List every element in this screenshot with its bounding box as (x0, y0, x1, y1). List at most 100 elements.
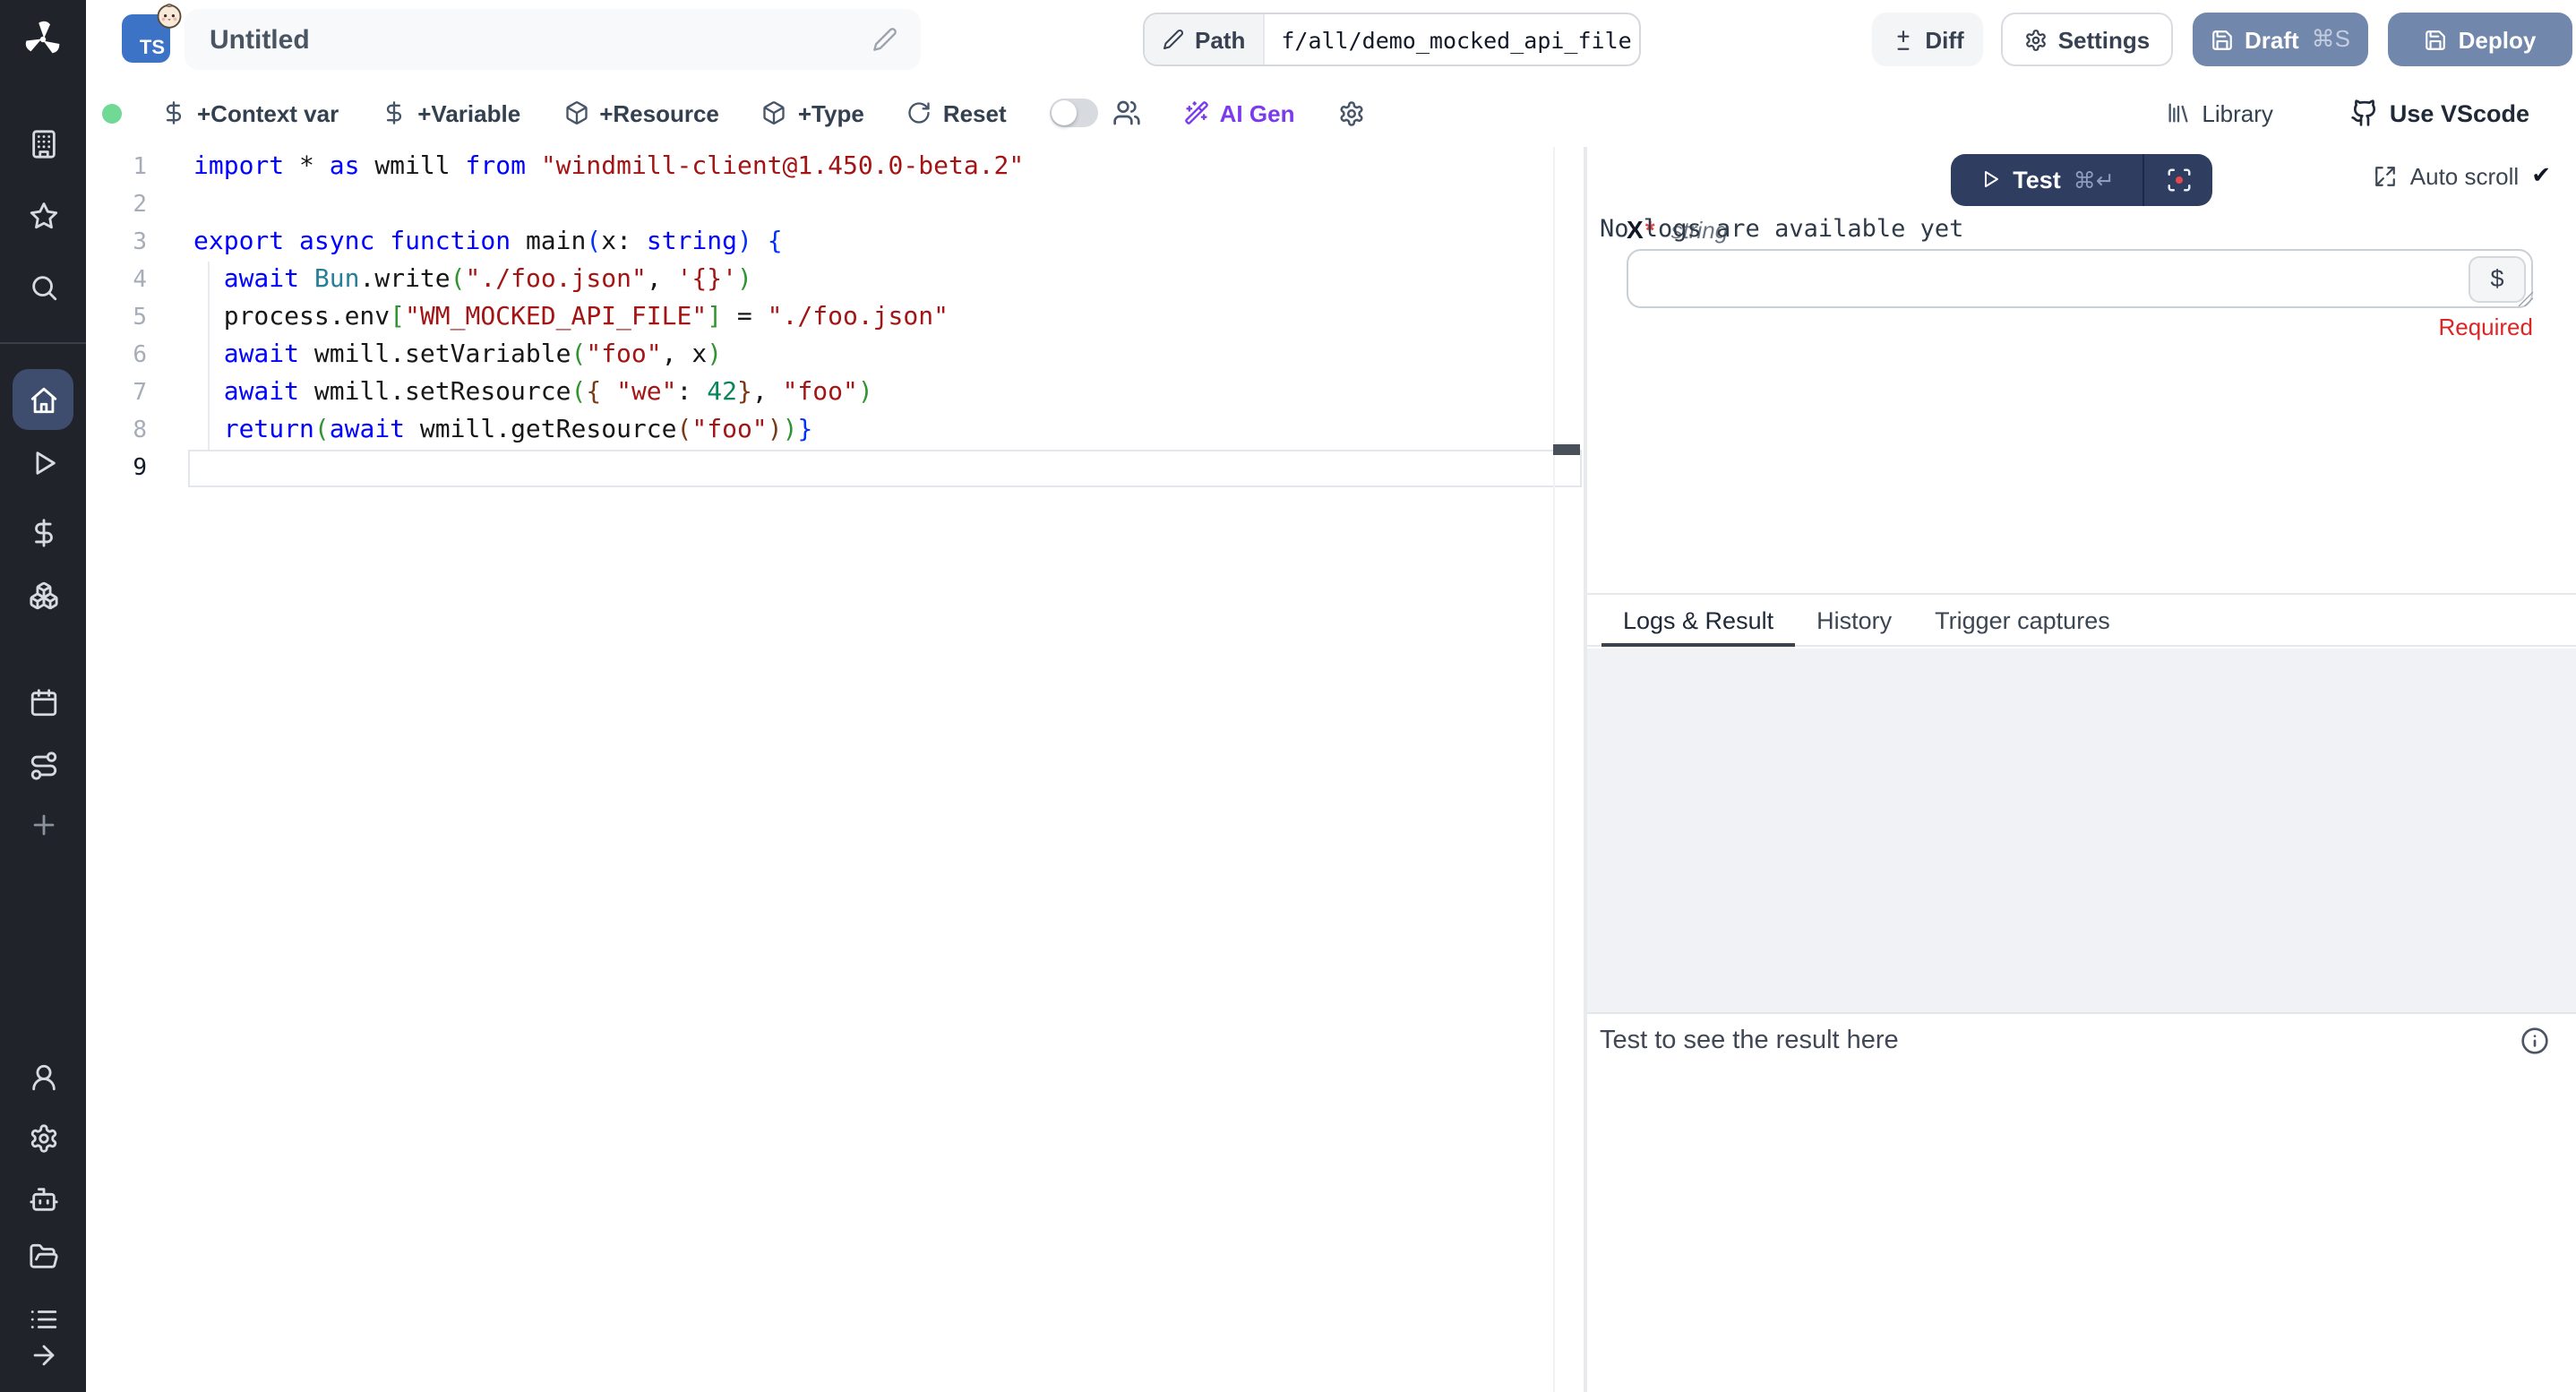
sidebar-route-icon[interactable] (28, 750, 58, 780)
add-type-button[interactable]: +Type (762, 99, 864, 126)
library-button[interactable]: Library (2166, 99, 2273, 126)
reset-button[interactable]: Reset (907, 99, 1007, 126)
auto-scroll-control[interactable]: Auto scroll ✔ (2374, 161, 2551, 190)
path-edit-button[interactable]: Path (1145, 14, 1265, 64)
tab-logs-result[interactable]: Logs & Result (1601, 595, 1795, 645)
code-line-6[interactable]: 6 await wmill.setVariable("foo", x) (86, 337, 1584, 374)
sidebar-divider (0, 342, 86, 344)
test-label: Test (2013, 166, 2061, 193)
tab-trigger-captures[interactable]: Trigger captures (1913, 595, 2132, 645)
deploy-button[interactable]: Deploy (2388, 13, 2572, 66)
required-hint: Required (1627, 314, 2533, 340)
toggle-knob (1052, 100, 1077, 125)
line-number: 1 (86, 149, 147, 186)
test-button[interactable]: Test ⌘↵ (1951, 153, 2142, 205)
line-number: 3 (86, 224, 147, 262)
draft-shortcut: ⌘S (2312, 25, 2350, 54)
tab-history[interactable]: History (1795, 595, 1913, 645)
add-resource-button[interactable]: +Resource (563, 99, 719, 126)
sidebar-bot-icon[interactable] (28, 1183, 58, 1214)
multiplayer-toggle[interactable] (1050, 99, 1098, 127)
sidebar-calendar-icon[interactable] (28, 687, 58, 717)
ai-gen-button[interactable]: AI Gen (1184, 99, 1295, 126)
test-button-group: Test ⌘↵ (1951, 153, 2212, 205)
current-line-highlight (188, 450, 1582, 487)
dollar-icon (161, 100, 186, 125)
sidebar-star-icon[interactable] (28, 200, 58, 230)
scan-record-icon (2165, 166, 2192, 193)
header: TS Untitled Path f/all/demo_mocked_api_f… (86, 0, 2576, 79)
code-line-3[interactable]: 3 export async function main(x: string) { (86, 224, 1584, 262)
code-line-2[interactable]: 2 (86, 186, 1584, 224)
code-lines: 1 import * as wmill from "windmill-client… (86, 149, 1584, 487)
code-line-7[interactable]: 7 await wmill.setResource({ "we": 42}, "… (86, 374, 1584, 412)
script-title: Untitled (210, 24, 872, 55)
code-line-4[interactable]: 4 await Bun.write("./foo.json", '{}') (86, 262, 1584, 299)
line-number: 9 (86, 450, 147, 487)
dollar-button-label: $ (2490, 265, 2503, 292)
add-context-var-button[interactable]: +Context var (161, 99, 339, 126)
package-icon (762, 100, 787, 125)
line-number: 7 (86, 374, 147, 412)
sidebar-home-icon[interactable] (28, 384, 58, 415)
sidebar-dollar-icon[interactable] (28, 517, 58, 547)
add-variable-button[interactable]: +Variable (382, 99, 520, 126)
save-icon (2425, 28, 2448, 51)
sidebar-settings-icon[interactable] (28, 1122, 58, 1153)
sidebar-building-icon[interactable] (28, 128, 58, 159)
run-panel: Test ⌘↵ X * string $ Required Logs & Res… (1584, 147, 2576, 1392)
diff-button[interactable]: Diff (1872, 13, 1983, 66)
settings-label: Settings (2058, 26, 2151, 53)
settings-button[interactable]: Settings (2001, 13, 2173, 66)
code-text: process.env["WM_MOCKED_API_FILE"] = "./f… (193, 299, 949, 337)
use-vscode-button[interactable]: Use VScode (2350, 99, 2529, 127)
code-editor[interactable]: 1 import * as wmill from "windmill-client… (86, 147, 1584, 1392)
result-placeholder-row: Test to see the result here (1600, 1027, 2549, 1055)
code-text: await wmill.setVariable("foo", x) (193, 337, 722, 374)
sidebar-search-icon[interactable] (28, 271, 58, 302)
resize-handle-icon[interactable] (2517, 290, 2535, 308)
sidebar-play-icon[interactable] (28, 447, 58, 477)
editor-settings-gear-icon[interactable] (1337, 99, 1364, 126)
result-placeholder: Test to see the result here (1600, 1027, 1899, 1055)
path-label: Path (1195, 26, 1245, 53)
windmill-logo-icon[interactable] (21, 18, 64, 61)
logs-panel (1587, 649, 2576, 1014)
argument-input[interactable] (1627, 249, 2533, 308)
users-icon (1112, 99, 1141, 127)
library-label: Library (2202, 99, 2273, 126)
add-type-label: +Type (798, 99, 864, 126)
check-icon[interactable]: ✔ (2531, 161, 2551, 190)
gear-icon (2024, 28, 2048, 51)
capture-button[interactable] (2144, 153, 2212, 205)
editor-scrollbar[interactable] (1553, 147, 1555, 1392)
edit-title-icon[interactable] (872, 27, 897, 52)
path-control[interactable]: Path f/all/demo_mocked_api_file (1143, 13, 1641, 66)
code-line-1[interactable]: 1 import * as wmill from "windmill-client… (86, 149, 1584, 186)
code-text: import * as wmill from "windmill-client@… (193, 149, 1024, 186)
line-number: 6 (86, 337, 147, 374)
sidebar-user-icon[interactable] (28, 1061, 58, 1092)
sidebar-list-icon[interactable] (28, 1303, 58, 1334)
diff-icon (1891, 28, 1914, 51)
path-value: f/all/demo_mocked_api_file (1265, 14, 1641, 64)
sidebar-folder-open-icon[interactable] (28, 1241, 58, 1271)
tab-label: Trigger captures (1935, 606, 2110, 633)
code-text: export async function main(x: string) { (193, 224, 783, 262)
sidebar-arrow-right-icon[interactable] (28, 1339, 58, 1370)
info-icon[interactable] (2520, 1027, 2549, 1055)
sidebar-boxes-icon[interactable] (28, 580, 58, 610)
typescript-label: TS (140, 39, 165, 59)
sidebar (0, 0, 86, 1392)
play-icon (1979, 168, 2000, 190)
expand-icon[interactable] (2374, 164, 2398, 187)
sidebar-plus-icon[interactable] (28, 809, 58, 839)
code-line-5[interactable]: 5 process.env["WM_MOCKED_API_FILE"] = ".… (86, 299, 1584, 337)
typescript-language-icon: TS (122, 14, 170, 63)
test-shortcut: ⌘↵ (2074, 166, 2115, 193)
draft-button[interactable]: Draft ⌘S (2193, 13, 2368, 66)
add-context-var-label: +Context var (197, 99, 339, 126)
code-line-8[interactable]: 8 return(await wmill.getResource("foo"))… (86, 412, 1584, 450)
edit-path-icon (1163, 29, 1184, 50)
script-title-field[interactable]: Untitled (185, 9, 921, 70)
